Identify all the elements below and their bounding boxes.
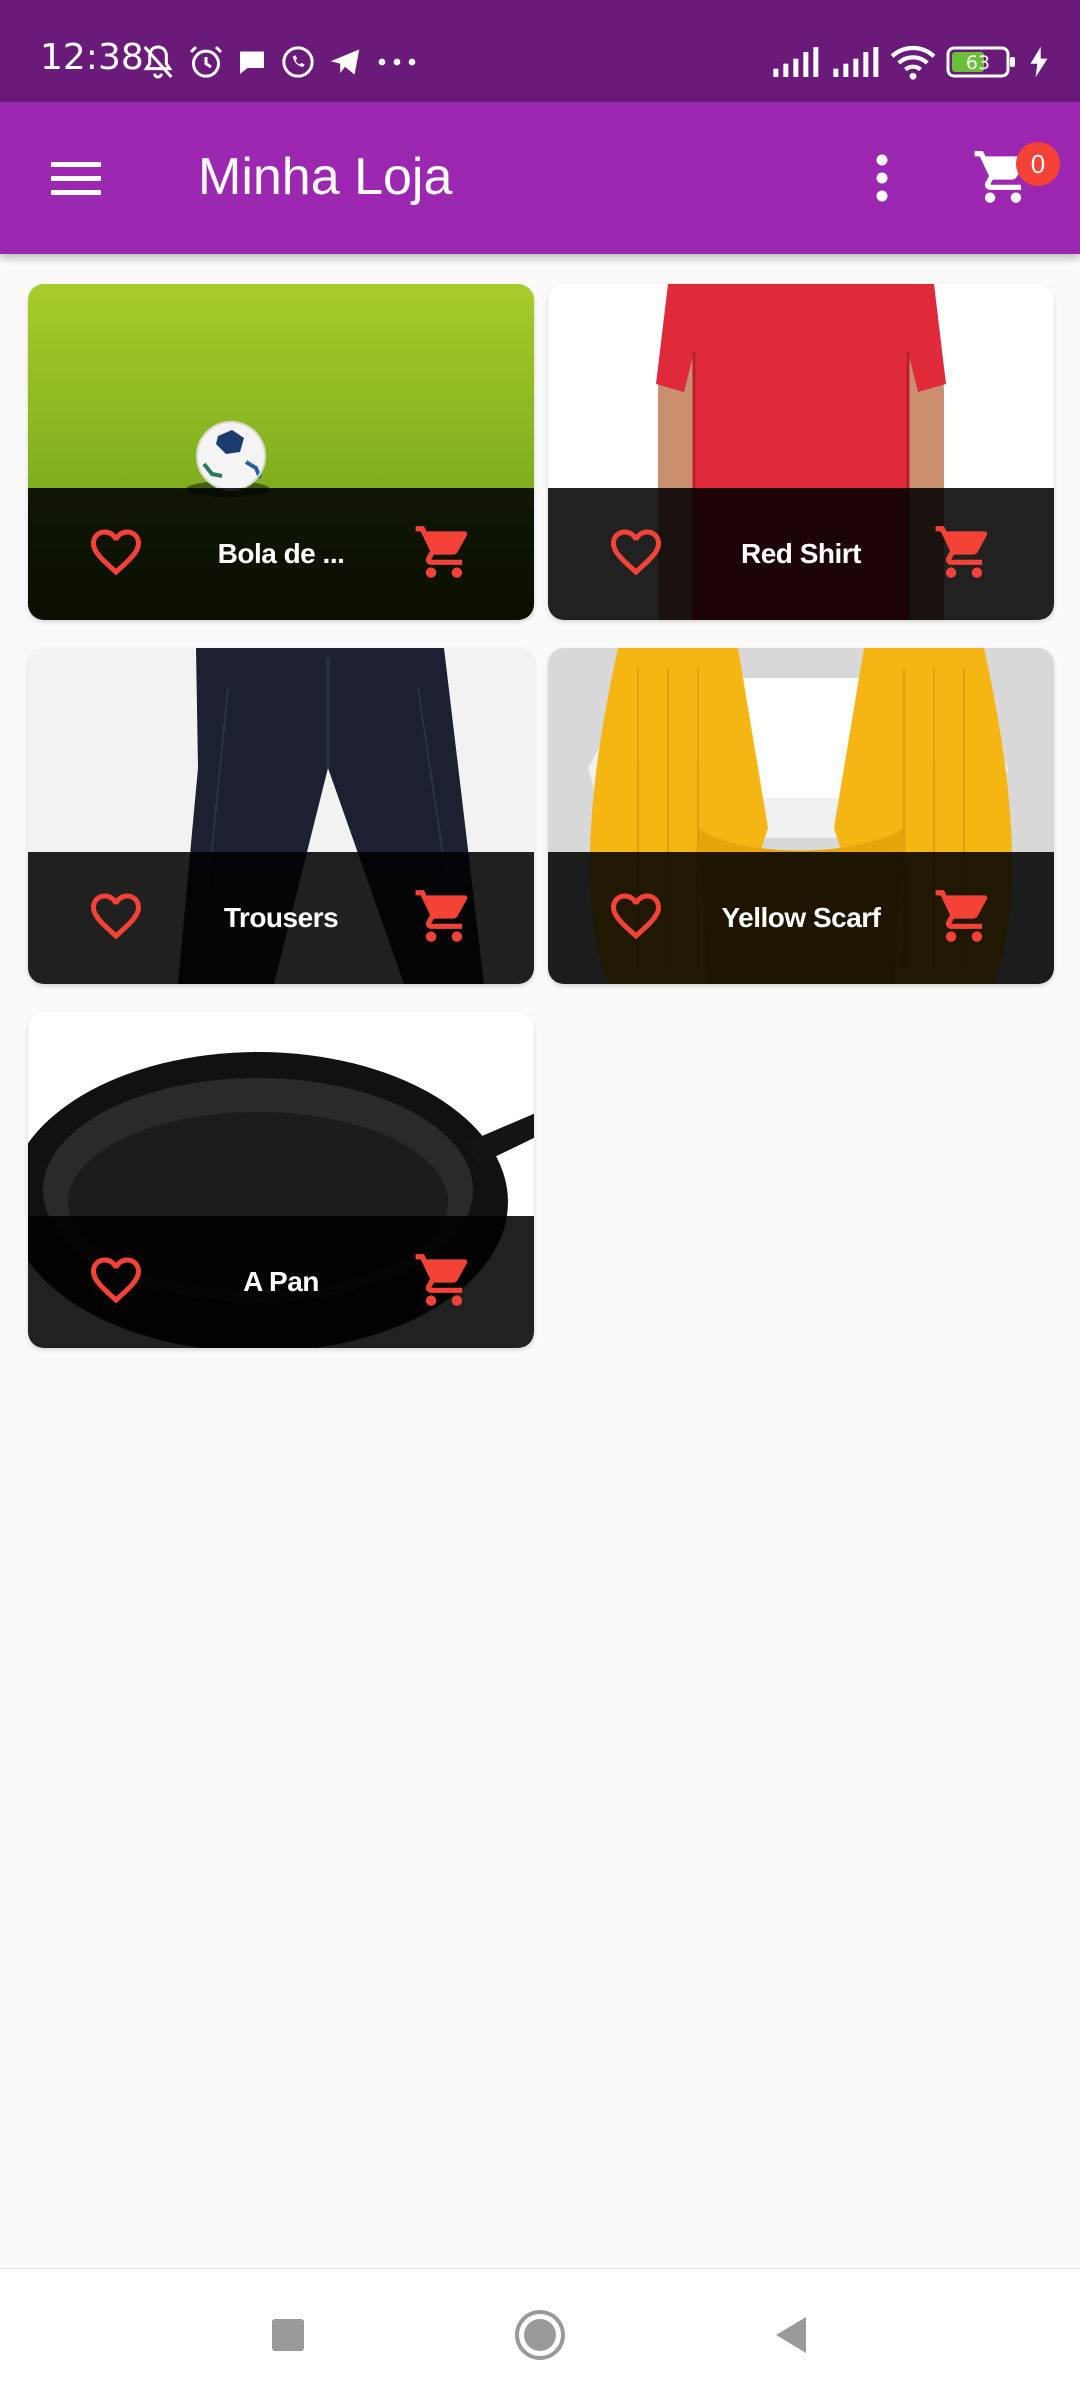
product-title: Trousers [223, 902, 339, 933]
product-card[interactable]: A Pan [28, 1012, 534, 1348]
favorite-button[interactable] [602, 520, 670, 588]
wifi-icon [880, 43, 936, 81]
shopping-cart-icon [933, 885, 995, 952]
product-card-footer: Yellow Scarf [548, 852, 1054, 984]
cart-count-badge: 0 [1016, 142, 1060, 186]
heart-outline-icon [606, 522, 666, 587]
cart-button[interactable]: 0 [968, 140, 1060, 230]
battery-level-text: 63 [966, 52, 990, 74]
app-bar: Minha Loja 0 [0, 102, 1080, 254]
status-time: 12:38 [40, 37, 144, 78]
muted-bell-icon [130, 42, 178, 82]
back-button[interactable] [752, 2297, 832, 2377]
product-card[interactable]: Yellow Scarf [548, 648, 1054, 984]
product-title: Bola de ... [217, 538, 345, 569]
add-to-cart-button[interactable] [928, 882, 1000, 954]
home-button[interactable] [500, 2297, 580, 2377]
charging-icon [1018, 45, 1050, 79]
system-icons: 63 [760, 42, 1050, 82]
product-card[interactable]: Red Shirt [548, 284, 1054, 620]
shopping-cart-icon [413, 885, 475, 952]
heart-outline-icon [606, 886, 666, 951]
product-card-footer: Bola de ... [28, 488, 534, 620]
product-title: A Pan [243, 1266, 319, 1297]
favorite-button[interactable] [82, 520, 150, 588]
system-nav-bar [0, 2268, 1080, 2401]
recent-apps-icon [268, 2315, 308, 2360]
hamburger-menu-icon [49, 158, 103, 203]
product-card-footer: Red Shirt [548, 488, 1054, 620]
whatsapp-icon [270, 42, 318, 82]
heart-outline-icon [86, 886, 146, 951]
alarm-icon [178, 42, 226, 82]
page-title: Minha Loja [198, 148, 453, 206]
more-options-button[interactable] [842, 140, 922, 220]
status-bar: 12:38 63 [0, 0, 1080, 102]
heart-outline-icon [86, 1250, 146, 1315]
product-card-footer: A Pan [28, 1216, 534, 1348]
shopping-cart-icon [413, 1249, 475, 1316]
product-card-footer: Trousers [28, 852, 534, 984]
product-card[interactable]: Trousers [28, 648, 534, 984]
add-to-cart-button[interactable] [408, 882, 480, 954]
more-dots-icon [364, 42, 422, 82]
chat-bubble-icon [226, 44, 270, 80]
heart-outline-icon [86, 522, 146, 587]
add-to-cart-button[interactable] [408, 518, 480, 590]
shopping-cart-icon [933, 521, 995, 588]
product-grid: Bola de ... Red Shirt Trousers Yellow Sc… [28, 284, 1054, 1348]
signal-icon [820, 44, 880, 80]
add-to-cart-button[interactable] [928, 518, 1000, 590]
recent-apps-button[interactable] [248, 2297, 328, 2377]
product-title: Yellow Scarf [721, 902, 881, 933]
home-icon [512, 2307, 568, 2368]
back-icon [770, 2313, 814, 2362]
shopping-cart-icon [413, 521, 475, 588]
telegram-icon [318, 43, 364, 81]
notification-icons [130, 40, 422, 84]
product-title: Red Shirt [741, 538, 861, 569]
more-vert-icon [875, 153, 889, 208]
add-to-cart-button[interactable] [408, 1246, 480, 1318]
battery-icon: 63 [936, 45, 1018, 79]
menu-button[interactable] [36, 140, 116, 220]
signal-icon [760, 44, 820, 80]
product-card[interactable]: Bola de ... [28, 284, 534, 620]
favorite-button[interactable] [82, 1248, 150, 1316]
favorite-button[interactable] [602, 884, 670, 952]
favorite-button[interactable] [82, 884, 150, 952]
